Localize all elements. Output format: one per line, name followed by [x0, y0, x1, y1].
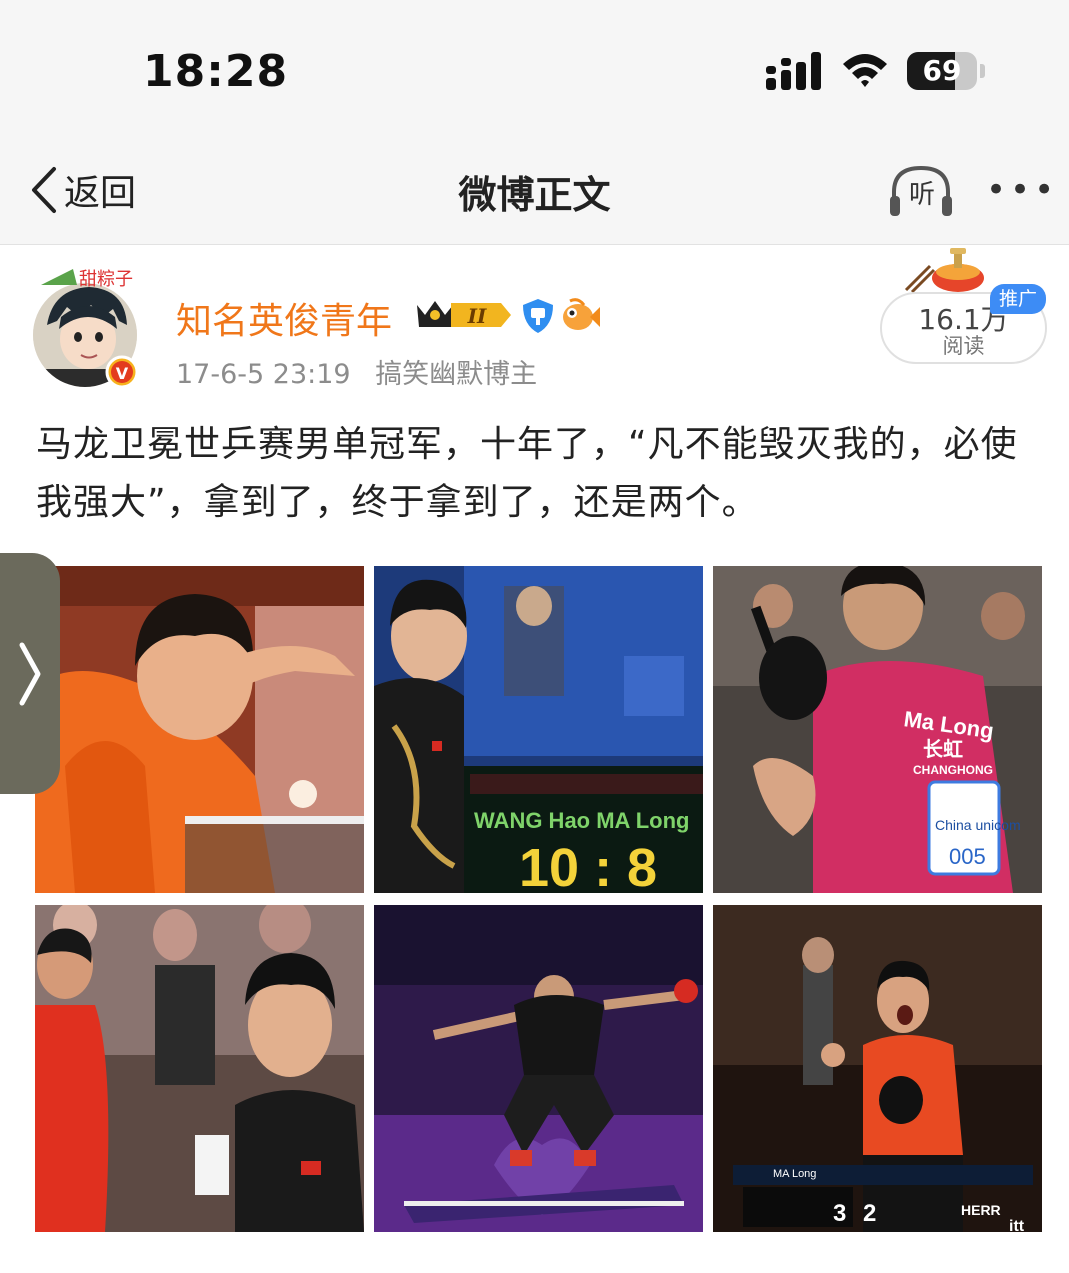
avatar[interactable]: 甜粽子 V: [33, 265, 143, 390]
scoreboard-name: MA Long: [773, 1168, 816, 1180]
battery-percentage: 69: [922, 54, 962, 87]
jersey-sponsor: CHANGHONG: [913, 763, 993, 777]
score-right: 2: [863, 1200, 876, 1227]
promoted-tag: 推广: [990, 284, 1046, 314]
bib-number: 005: [949, 844, 986, 869]
username[interactable]: 知名英俊青年: [176, 292, 392, 344]
avatar-caption: 甜粽子: [79, 269, 133, 290]
arena-ad: HERR: [961, 1202, 1001, 1218]
scoreboard-names: WANG Hao MA Long: [474, 808, 690, 833]
chevron-right-icon: [19, 642, 41, 706]
bib-sponsor: China unicom: [935, 817, 1021, 833]
post-meta: 17-6-5 23:19 搞笑幽默博主: [176, 352, 553, 391]
post-date: 17-6-5 23:19: [176, 359, 351, 390]
wifi-icon: [843, 54, 887, 87]
post-text: 马龙卫冕世乒赛男单冠军，十年了，“凡不能毁灭我的，必使我强大”，拿到了，终于拿到…: [36, 424, 1018, 523]
jersey-sponsor-cn: 长虹: [923, 737, 963, 761]
member-crown-icon[interactable]: II: [415, 295, 513, 335]
more-dots-icon: •••: [986, 170, 1059, 210]
post-photo-1[interactable]: [35, 566, 364, 893]
side-drawer-tab[interactable]: [0, 553, 60, 794]
status-time: 18:28: [143, 46, 289, 97]
listen-label: 听: [908, 180, 935, 210]
verified-shield-icon[interactable]: [520, 297, 556, 335]
battery-indicator: 69: [907, 52, 987, 90]
post-photo-2[interactable]: WANG Hao MA Long 10 : 8: [374, 566, 703, 893]
more-button[interactable]: •••: [986, 170, 1054, 210]
post-photo-6[interactable]: MA Long 3 2 HERR itt: [713, 905, 1042, 1232]
post-photo-4[interactable]: [35, 905, 364, 1232]
verified-icon: V: [116, 364, 129, 383]
member-level: II: [467, 304, 487, 328]
post-photo-3[interactable]: Ma Long 长虹 CHANGHONG China unicom 005: [713, 566, 1042, 893]
scoreboard-score: 10 : 8: [519, 838, 657, 893]
arena-ad-2: itt: [1009, 1218, 1025, 1232]
listen-button[interactable]: 听: [888, 162, 954, 220]
hotpot-icon: [904, 248, 984, 294]
fish-badge-icon[interactable]: [560, 297, 600, 335]
post-category: 搞笑幽默博主: [375, 359, 538, 390]
cellular-signal-icon: [766, 52, 821, 90]
post-photo-5[interactable]: [374, 905, 703, 1232]
status-bar: 18:28 69: [0, 0, 1069, 140]
nav-bar: 返回 微博正文 听 •••: [0, 140, 1069, 245]
read-label: 阅读: [942, 334, 985, 358]
score-left: 3: [833, 1200, 846, 1227]
